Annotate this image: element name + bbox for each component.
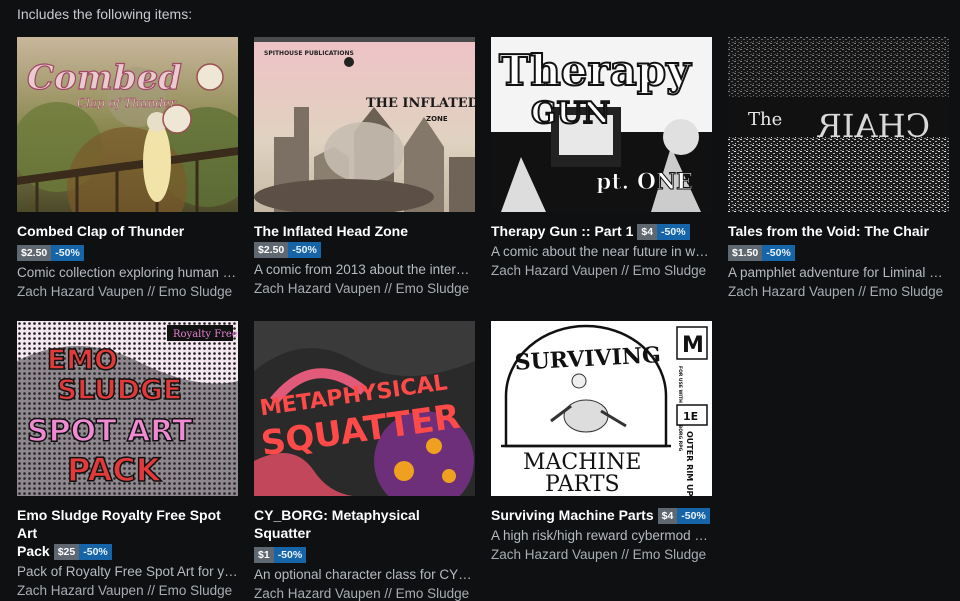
cover-art: Royalty Free EMO SLUDGE SPOT ART PACK: [17, 321, 238, 496]
cover-image[interactable]: The CHAIR: [728, 37, 949, 212]
product-card-emo-sludge-spot-art-pack[interactable]: Royalty Free EMO SLUDGE SPOT ART PACK Em…: [17, 321, 238, 598]
discount-badge: -50%: [762, 245, 795, 261]
cover-m-logo-text: M: [682, 333, 704, 358]
cover-image[interactable]: Combed Clap of Thunder: [17, 37, 238, 212]
price-tag: $25 -50%: [53, 544, 112, 560]
item-description: Comic collection exploring human …: [17, 265, 237, 280]
item-description: A pamphlet adventure for Liminal …: [728, 265, 943, 280]
cover-art: SURVIVING MACHINE PARTS M FOR USE WITH T…: [491, 321, 712, 496]
price: $1: [254, 547, 274, 563]
item-author[interactable]: Zach Hazard Vaupen // Emo Sludge: [254, 586, 475, 601]
cover-the-text: The: [748, 109, 782, 130]
discount-badge: -50%: [657, 224, 690, 240]
item-description: A comic from 2013 about the inter…: [254, 262, 470, 277]
cover-edition-text: 1E: [683, 410, 698, 423]
cover-parts-text: PARTS: [545, 472, 620, 496]
item-author[interactable]: Zach Hazard Vaupen // Emo Sludge: [728, 284, 949, 299]
price-tag: $4 -50%: [637, 224, 690, 240]
cover-publisher-text: SPITHOUSE PUBLICATIONS: [264, 50, 354, 57]
product-card-therapy-gun[interactable]: Therapy GUN pt. ONE Therapy Gun :: Part …: [491, 37, 712, 309]
product-card-tales-from-the-void-the-chair[interactable]: The CHAIR Tales from the Void: The Chair…: [728, 37, 949, 309]
items-grid: Combed Clap of Thunder Combed Clap of Th…: [17, 37, 949, 601]
discount-badge: -50%: [51, 245, 84, 261]
discount-badge: -50%: [288, 242, 321, 258]
item-author[interactable]: Zach Hazard Vaupen // Emo Sludge: [491, 263, 712, 278]
cover-art: The CHAIR: [728, 37, 949, 212]
price: $25: [53, 544, 80, 560]
cover-image[interactable]: Royalty Free EMO SLUDGE SPOT ART PACK: [17, 321, 238, 496]
cover-title-text: Combed: [27, 58, 182, 98]
discount-badge: -50%: [79, 544, 112, 560]
cover-part-text: pt. ONE: [596, 169, 693, 195]
item-title[interactable]: Tales from the Void: The Chair: [728, 223, 929, 239]
price: $4: [657, 508, 678, 524]
section-header: Includes the following items:: [17, 6, 193, 22]
cover-art: SPITHOUSE PUBLICATIONS THE INFLATED HEAD…: [254, 37, 475, 212]
cover-emo-text: EMO: [47, 343, 118, 376]
item-description: A comic about the near future in w…: [491, 244, 709, 259]
price-tag: $4 -50%: [657, 508, 710, 524]
item-author[interactable]: Zach Hazard Vaupen // Emo Sludge: [254, 281, 475, 296]
cover-title-text: THE INFLATED HEAD: [366, 96, 475, 111]
cover-image[interactable]: METAPHYSICAL SQUATTER: [254, 321, 475, 496]
price: $1.50: [728, 245, 763, 261]
item-title[interactable]: Therapy Gun :: Part 1: [491, 223, 633, 239]
cover-title-text: CHAIR: [817, 107, 930, 145]
cover-spotart-text: SPOT ART: [27, 414, 193, 449]
cover-image[interactable]: SPITHOUSE PUBLICATIONS THE INFLATED HEAD…: [254, 37, 475, 212]
cover-art: Therapy GUN pt. ONE: [491, 37, 712, 212]
discount-badge: -50%: [273, 547, 307, 563]
cover-zone-text: ZONE: [426, 115, 448, 123]
item-author[interactable]: Zach Hazard Vaupen // Emo Sludge: [17, 284, 238, 299]
cover-image[interactable]: SURVIVING MACHINE PARTS M FOR USE WITH T…: [491, 321, 712, 496]
price-tag: $2.50 -50%: [17, 242, 238, 261]
price-tag: $1 -50%: [254, 544, 475, 563]
cover-royalty-text: Royalty Free: [173, 329, 238, 340]
item-title[interactable]: Emo Sludge Royalty Free Spot Art: [17, 507, 221, 541]
price-tag: $1.50 -50%: [728, 242, 949, 261]
item-title[interactable]: Combed Clap of Thunder: [17, 223, 184, 239]
item-title-cont[interactable]: Pack: [17, 543, 50, 559]
product-card-surviving-machine-parts[interactable]: SURVIVING MACHINE PARTS M FOR USE WITH T…: [491, 321, 712, 593]
cover-pack-text: PACK: [67, 451, 162, 489]
price: $2.50: [17, 245, 52, 261]
cover-image[interactable]: Therapy GUN pt. ONE: [491, 37, 712, 212]
discount-badge: -50%: [677, 508, 710, 524]
cover-gun-text: GUN: [531, 96, 610, 131]
item-description: Pack of Royalty Free Spot Art for y…: [17, 564, 238, 579]
cover-subtitle-text: Clap of Thunder: [77, 96, 177, 110]
cover-sludge-text: SLUDGE: [57, 373, 182, 406]
item-description: An optional character class for CY_…: [254, 567, 475, 582]
item-title[interactable]: Surviving Machine Parts: [491, 507, 654, 523]
cover-art: METAPHYSICAL SQUATTER: [254, 321, 475, 496]
item-title[interactable]: The Inflated Head Zone: [254, 223, 408, 239]
cover-art: Combed Clap of Thunder: [17, 37, 238, 212]
price: $2.50: [254, 242, 289, 258]
product-card-inflated-head-zone[interactable]: SPITHOUSE PUBLICATIONS THE INFLATED HEAD…: [254, 37, 475, 309]
item-description: A high risk/high reward cybermod …: [491, 528, 708, 543]
item-title[interactable]: CY_BORG: Metaphysical Squatter: [254, 507, 420, 541]
price-tag: $2.50 -50%: [254, 242, 321, 258]
cover-title-text: Therapy: [499, 46, 692, 95]
price: $4: [637, 224, 658, 240]
cover-uprising-text: OUTER RIM UPRISING: [685, 431, 694, 496]
product-card-combed-clap-of-thunder[interactable]: Combed Clap of Thunder Combed Clap of Th…: [17, 37, 238, 309]
product-card-cy-borg-metaphysical-squatter[interactable]: METAPHYSICAL SQUATTER CY_BORG: Metaphysi…: [254, 321, 475, 601]
item-author[interactable]: Zach Hazard Vaupen // Emo Sludge: [491, 547, 712, 562]
